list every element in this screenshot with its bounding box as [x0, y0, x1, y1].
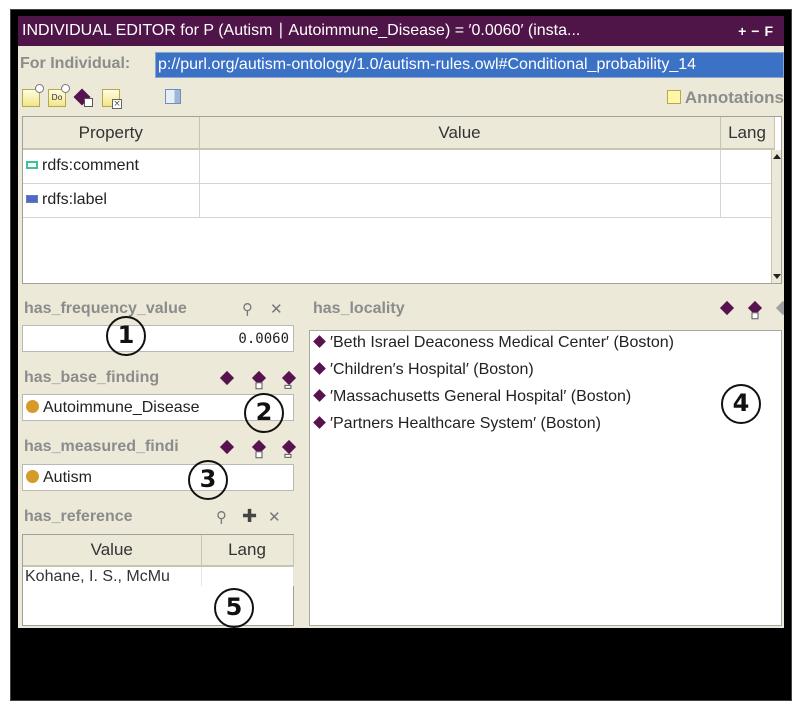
remove-instance-icon[interactable] [775, 300, 784, 316]
class-icon [26, 470, 39, 483]
locality-slot-title: has_locality [313, 300, 405, 317]
value-cell[interactable] [199, 149, 721, 184]
table-row[interactable]: rdfs:label [23, 183, 775, 218]
property-name: rdfs:label [42, 191, 107, 208]
create-annotation-icon[interactable] [22, 84, 44, 107]
individual-editor-window: INDIVIDUAL EDITOR for P (Autism ∣ Autoim… [18, 16, 784, 628]
callout-4: 4 [721, 384, 761, 424]
locality-slot-tools [719, 300, 784, 320]
list-item[interactable]: ′Partners Healthcare System′ (Boston) [310, 412, 781, 439]
locality-name: ′Partners Healthcare System′ (Boston) [330, 415, 601, 432]
callout-2: 2 [244, 393, 284, 433]
frequency-slot-tools: ⚲ ✕ [242, 300, 292, 318]
table-row[interactable]: rdfs:comment [23, 149, 775, 184]
lang-cell[interactable] [720, 183, 775, 218]
callout-3: 3 [188, 460, 228, 500]
column-header-lang[interactable]: Lang [201, 535, 294, 567]
add-button[interactable]: + [738, 23, 751, 39]
annotations-toolbar: Do × Annotations [18, 84, 784, 112]
vertical-scrollbar[interactable] [771, 150, 781, 283]
add-instance-icon[interactable] [747, 300, 763, 320]
individual-uri-field[interactable]: p://purl.org/autism-ontology/1.0/autism-… [155, 52, 784, 78]
base-finding-slot-title: has_base_finding [24, 369, 160, 386]
remove-instance-icon[interactable] [281, 439, 297, 458]
property-cell[interactable]: rdfs:label [23, 183, 200, 218]
reference-slot-title: has_reference [24, 508, 133, 525]
create-annotation-from-template-icon[interactable]: Do [48, 84, 70, 107]
window-titlebar[interactable]: INDIVIDUAL EDITOR for P (Autism ∣ Autoim… [18, 16, 784, 46]
annotations-label: Annotations [684, 88, 784, 107]
for-individual-label: For Individual: [20, 55, 131, 72]
view-value-magnifier-icon[interactable]: ⚲ [216, 508, 227, 526]
column-header-value[interactable]: Value [199, 117, 721, 150]
reference-value-cell[interactable]: Kohane, I. S., McMu [23, 566, 202, 586]
window-title: INDIVIDUAL EDITOR for P (Autism ∣ Autoim… [22, 22, 581, 39]
reference-slot-tools: ⚲ ✚ ✕ [216, 508, 296, 527]
view-instance-icon[interactable] [719, 300, 735, 316]
scroll-down-arrow-icon[interactable] [773, 274, 781, 279]
locality-name: ′Beth Israel Deaconess Medical Center′ (… [330, 334, 674, 351]
callout-5: 5 [214, 588, 254, 628]
view-instance-icon[interactable] [219, 370, 235, 386]
view-value-magnifier-icon[interactable]: ⚲ [242, 300, 253, 318]
property-name: rdfs:comment [42, 157, 139, 175]
property-cell[interactable]: rdfs:comment [23, 149, 200, 184]
view-columns-icon[interactable] [165, 89, 181, 104]
scroll-up-arrow-icon[interactable] [773, 154, 781, 159]
list-item[interactable]: ′Beth Israel Deaconess Medical Center′ (… [310, 331, 781, 358]
instance-icon [313, 389, 326, 402]
base-finding-value: Autoimmune_Disease [43, 399, 200, 416]
delete-value-icon[interactable]: ✕ [270, 300, 283, 318]
locality-name: ′Massachusetts General Hospital′ (Boston… [330, 388, 632, 405]
float-button[interactable]: F [764, 23, 778, 39]
remove-button[interactable]: − [751, 23, 764, 39]
delete-annotation-icon[interactable]: × [102, 89, 122, 109]
list-item[interactable]: ′Massachusetts General Hospital′ (Boston… [310, 385, 781, 412]
callout-1: 1 [106, 316, 146, 356]
add-instance-icon[interactable] [251, 370, 267, 390]
locality-name: ′Children′s Hospital′ (Boston) [330, 361, 534, 378]
measured-finding-slot-tools [219, 439, 300, 459]
individual-row: For Individual: p://purl.org/autism-onto… [18, 49, 784, 83]
list-item[interactable]: ′Children′s Hospital′ (Boston) [310, 358, 781, 385]
column-header-lang[interactable]: Lang [720, 117, 775, 150]
instance-icon [313, 362, 326, 375]
add-instance-icon[interactable] [251, 439, 267, 459]
table-row[interactable]: Kohane, I. S., McMu [23, 566, 294, 586]
class-icon [26, 400, 39, 413]
column-header-property[interactable]: Property [23, 117, 200, 150]
remove-instance-icon[interactable] [281, 370, 297, 389]
annotations-table: Property Value Lang rdfs:comment rdfs:la… [22, 116, 782, 284]
delete-value-icon[interactable]: ✕ [268, 508, 281, 526]
window-controls: +−F [738, 16, 778, 46]
base-finding-slot-tools [219, 370, 300, 390]
annotation-property-icon [26, 161, 38, 170]
note-icon [666, 90, 681, 104]
column-header-value[interactable]: Value [23, 535, 202, 567]
value-cell[interactable] [199, 183, 721, 218]
annotation-property-icon [26, 195, 38, 203]
view-instance-icon[interactable] [219, 439, 235, 455]
instance-icon [313, 335, 326, 348]
locality-list: ′Beth Israel Deaconess Medical Center′ (… [309, 330, 782, 626]
measured-finding-slot-title: has_measured_findi [24, 438, 179, 455]
reference-lang-cell[interactable] [201, 566, 294, 586]
measured-finding-value: Autism [43, 469, 92, 486]
add-property-value-icon[interactable] [73, 88, 93, 107]
frequency-value-field[interactable]: 0.0060 [22, 325, 294, 352]
add-value-icon[interactable]: ✚ [242, 508, 257, 526]
annotations-button[interactable]: Annotations [666, 88, 784, 108]
measured-finding-field[interactable]: Autism [22, 464, 294, 491]
screenshot-frame: INDIVIDUAL EDITOR for P (Autism ∣ Autoim… [10, 9, 792, 701]
instance-icon [313, 416, 326, 429]
lang-cell[interactable] [720, 149, 775, 184]
